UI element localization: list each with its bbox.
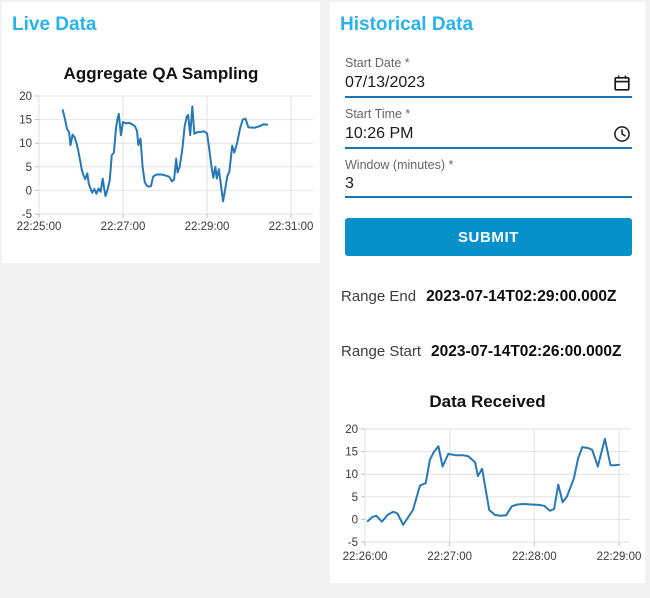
range-start-label: Range Start bbox=[341, 343, 422, 360]
start-time-input[interactable] bbox=[345, 125, 612, 143]
svg-text:10: 10 bbox=[345, 469, 358, 481]
svg-text:5: 5 bbox=[26, 162, 32, 174]
start-date-label: Start Date * bbox=[345, 56, 410, 70]
start-time-label: Start Time * bbox=[345, 107, 411, 121]
historical-chart-title: Data Received bbox=[429, 392, 546, 411]
svg-text:-5: -5 bbox=[348, 537, 358, 549]
window-minutes-input[interactable] bbox=[345, 175, 632, 193]
svg-text:22:27:00: 22:27:00 bbox=[101, 221, 146, 233]
start-time-field: Start Time * bbox=[345, 107, 632, 149]
range-end-label: Range End bbox=[341, 288, 417, 305]
svg-text:22:27:00: 22:27:00 bbox=[427, 551, 472, 563]
window-minutes-label: Window (minutes) * bbox=[345, 158, 454, 172]
window-minutes-row bbox=[345, 175, 632, 198]
historical-chart: -5 0 5 10 15 20 22:26:00 22:27:00 22:28:00 22:29:… bbox=[343, 424, 642, 563]
svg-text:15: 15 bbox=[345, 447, 358, 459]
svg-text:-5: -5 bbox=[22, 209, 32, 221]
calendar-icon[interactable] bbox=[612, 73, 632, 93]
svg-text:22:31:00: 22:31:00 bbox=[269, 221, 314, 233]
historical-data-panel: Historical Data Start Date * 07/13/2023 … bbox=[330, 2, 645, 583]
svg-text:20: 20 bbox=[345, 424, 358, 436]
svg-text:22:29:00: 22:29:00 bbox=[597, 551, 642, 563]
start-date-field: Start Date * bbox=[345, 56, 632, 98]
range-start-row: Range Start 2023-07-14T02:26:00.000Z bbox=[341, 343, 645, 361]
range-start-value: 2023-07-14T02:26:00.000Z bbox=[431, 343, 622, 360]
svg-text:22:29:00: 22:29:00 bbox=[185, 221, 230, 233]
svg-text:22:25:00: 22:25:00 bbox=[17, 221, 62, 233]
clock-icon[interactable] bbox=[612, 124, 632, 144]
live-panel-title: Live Data bbox=[12, 14, 97, 35]
svg-text:15: 15 bbox=[19, 115, 32, 127]
svg-text:22:26:00: 22:26:00 bbox=[343, 551, 388, 563]
svg-text:0: 0 bbox=[26, 185, 32, 197]
svg-text:10: 10 bbox=[19, 138, 32, 150]
start-date-row bbox=[345, 73, 632, 98]
live-chart-title: Aggregate QA Sampling bbox=[63, 64, 259, 83]
range-end-value: 2023-07-14T02:29:00.000Z bbox=[426, 288, 617, 305]
page: Live Data Aggregate QA Sampling -5 0 5 10 15… bbox=[0, 0, 650, 585]
submit-button[interactable]: SUBMIT bbox=[345, 218, 632, 256]
svg-text:0: 0 bbox=[352, 514, 358, 526]
svg-text:22:28:00: 22:28:00 bbox=[512, 551, 557, 563]
svg-text:5: 5 bbox=[352, 492, 358, 504]
historical-form: Start Date * Start Time * bbox=[330, 56, 645, 256]
live-data-panel: Live Data Aggregate QA Sampling -5 0 5 10 15… bbox=[2, 2, 320, 263]
range-end-row: Range End 2023-07-14T02:29:00.000Z bbox=[341, 288, 645, 306]
start-date-input[interactable] bbox=[345, 74, 612, 92]
start-time-row bbox=[345, 124, 632, 149]
svg-text:20: 20 bbox=[19, 91, 32, 103]
live-chart: -5 0 5 10 15 20 22:25:00 22:27:00 22:29:00 22:31:… bbox=[17, 91, 314, 233]
historical-panel-title: Historical Data bbox=[340, 14, 474, 35]
window-minutes-field: Window (minutes) * bbox=[345, 158, 632, 198]
